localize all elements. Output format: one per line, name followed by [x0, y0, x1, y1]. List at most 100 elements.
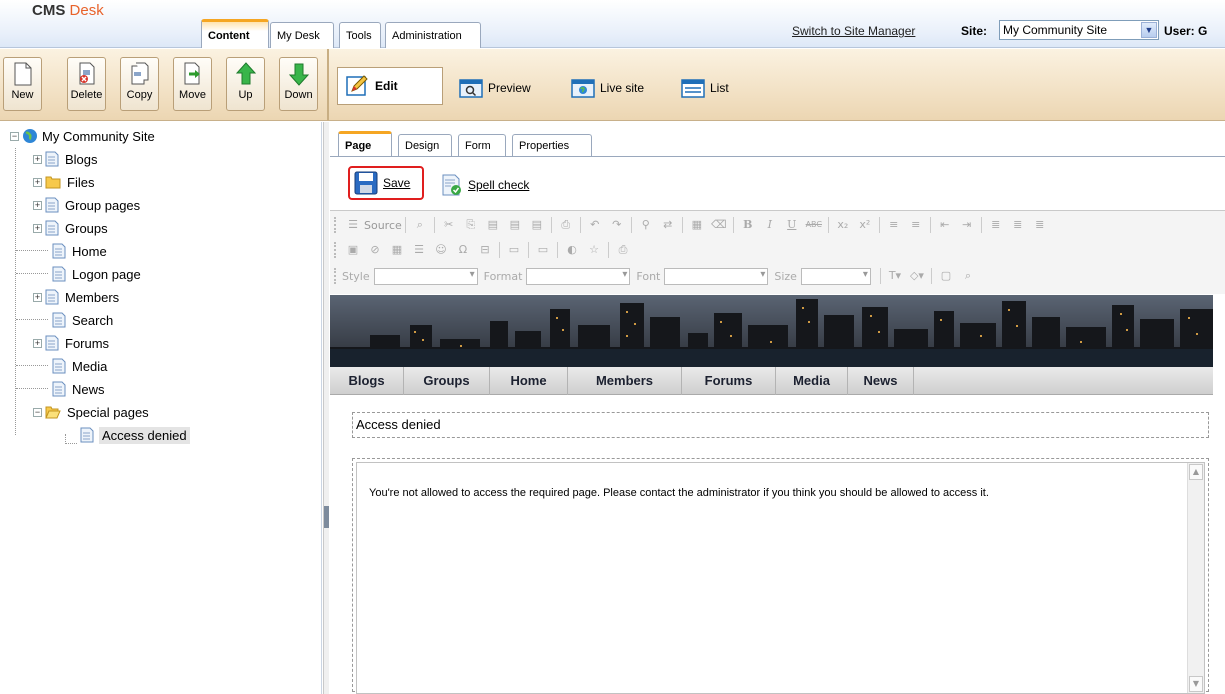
insert-anchor-icon[interactable]: ☆ [585, 242, 603, 258]
print-icon[interactable]: ⎙ [557, 217, 575, 233]
expand-icon[interactable]: + [33, 154, 42, 164]
switch-site-manager-text[interactable]: Switch to Site Manager [792, 24, 915, 38]
cut-icon[interactable]: ✂ [440, 217, 458, 233]
find-icon[interactable]: ⚲ [637, 217, 655, 233]
italic-icon[interactable]: I [761, 217, 779, 233]
tree-item-news[interactable]: News [52, 379, 105, 399]
collapse-icon[interactable]: − [33, 407, 42, 417]
paste-icon[interactable]: ▤ [484, 217, 502, 233]
collapse-icon[interactable]: − [10, 131, 19, 141]
underline-icon[interactable]: U [783, 217, 801, 233]
page-title-field[interactable]: Access denied [352, 412, 1209, 438]
expand-icon[interactable]: + [33, 292, 42, 302]
style-combo[interactable]: Style [342, 267, 478, 285]
tree-item-groups[interactable]: + Groups [33, 218, 108, 238]
tree-item-logon-page[interactable]: Logon page [52, 264, 141, 284]
maximize-icon[interactable]: ▢ [937, 268, 955, 284]
nav-groups[interactable]: Groups [404, 367, 490, 395]
bold-icon[interactable]: B [739, 217, 757, 233]
tab-design[interactable]: Design [398, 134, 452, 156]
move-button[interactable]: Move [173, 57, 212, 111]
list-view-button[interactable]: List [681, 69, 729, 107]
delete-button[interactable]: Delete [67, 57, 106, 111]
style-combo-box[interactable] [373, 267, 478, 285]
preview-page-icon[interactable]: ⌕ [411, 217, 429, 233]
align-center-icon[interactable]: ≣ [1009, 217, 1027, 233]
nav-blogs[interactable]: Blogs [330, 367, 404, 395]
tree-item-group-pages[interactable]: + Group pages [33, 195, 140, 215]
outdent-icon[interactable]: ⇤ [936, 217, 954, 233]
special-char-icon[interactable]: Ω [454, 242, 472, 258]
copy-button[interactable]: Copy [120, 57, 159, 111]
copy-icon[interactable]: ⎘ [462, 217, 480, 233]
tree-item-special-pages[interactable]: − Special pages [33, 402, 149, 422]
save-button[interactable]: Save [348, 166, 424, 200]
insert-media-icon[interactable]: ▭ [534, 242, 552, 258]
indent-icon[interactable]: ⇥ [958, 217, 976, 233]
table-icon[interactable]: ▦ [388, 242, 406, 258]
flash-icon[interactable]: ⊘ [366, 242, 384, 258]
strikethrough-icon[interactable]: ABC [805, 217, 823, 233]
numbered-list-icon[interactable]: ≡ [885, 217, 903, 233]
expand-icon[interactable]: + [33, 177, 42, 187]
tree-item-home[interactable]: Home [52, 241, 107, 261]
horizontal-rule-icon[interactable]: ☰ [410, 242, 428, 258]
format-combo-box[interactable] [526, 267, 631, 285]
inline-widget-icon[interactable]: ▭ [505, 242, 523, 258]
expand-icon[interactable]: + [33, 338, 42, 348]
up-button[interactable]: Up [226, 57, 265, 111]
show-blocks-icon[interactable]: ⌕ [959, 268, 977, 284]
remove-format-icon[interactable]: ⌫ [710, 217, 728, 233]
vertical-scrollbar[interactable]: ▲ ▼ [1187, 463, 1204, 693]
paste-text-icon[interactable]: ▤ [506, 217, 524, 233]
tree-item-search[interactable]: Search [52, 310, 113, 330]
tab-my-desk[interactable]: My Desk [270, 22, 334, 48]
insert-form-icon[interactable]: ⎙ [614, 242, 632, 258]
chevron-down-icon[interactable]: ▼ [1141, 22, 1157, 38]
paste-word-icon[interactable]: ▤ [528, 217, 546, 233]
superscript-icon[interactable]: x² [856, 217, 874, 233]
redo-icon[interactable]: ↷ [608, 217, 626, 233]
tab-administration[interactable]: Administration [385, 22, 481, 48]
size-combo[interactable]: Size [774, 267, 871, 285]
tree-item-forums[interactable]: + Forums [33, 333, 109, 353]
source-icon[interactable]: ☰ [344, 217, 362, 233]
spell-check-button[interactable]: Spell check [442, 174, 529, 196]
expand-icon[interactable]: + [33, 200, 42, 210]
site-select[interactable]: My Community Site ▼ [999, 20, 1159, 40]
bulleted-list-icon[interactable]: ≡ [907, 217, 925, 233]
nav-news[interactable]: News [848, 367, 914, 395]
tree-item-media[interactable]: Media [52, 356, 107, 376]
replace-icon[interactable]: ⇄ [659, 217, 677, 233]
tree-item-access-denied[interactable]: Access denied [80, 425, 190, 445]
pane-splitter[interactable] [323, 122, 329, 694]
tab-page[interactable]: Page [338, 131, 392, 156]
tab-properties[interactable]: Properties [512, 134, 592, 156]
expand-icon[interactable]: + [33, 223, 42, 233]
scroll-down-icon[interactable]: ▼ [1189, 676, 1203, 692]
image-icon[interactable]: ▣ [344, 242, 362, 258]
size-combo-box[interactable] [800, 267, 871, 285]
nav-media[interactable]: Media [776, 367, 848, 395]
scroll-up-icon[interactable]: ▲ [1189, 464, 1203, 480]
tree-root[interactable]: − My Community Site [10, 126, 155, 146]
tab-content[interactable]: Content [201, 19, 269, 48]
subscript-icon[interactable]: x₂ [834, 217, 852, 233]
nav-forums[interactable]: Forums [682, 367, 776, 395]
align-right-icon[interactable]: ≣ [1031, 217, 1049, 233]
edit-view-button[interactable]: Edit [337, 67, 443, 105]
insert-link-icon[interactable]: ◐ [563, 242, 581, 258]
nav-members[interactable]: Members [568, 367, 682, 395]
preview-view-button[interactable]: Preview [459, 69, 531, 107]
format-combo[interactable]: Format [484, 267, 631, 285]
tab-form[interactable]: Form [458, 134, 506, 156]
down-button[interactable]: Down [279, 57, 318, 111]
live-site-view-button[interactable]: Live site [571, 69, 644, 107]
text-color-icon[interactable]: T▾ [886, 268, 904, 284]
source-label[interactable]: Source [364, 219, 402, 232]
background-color-icon[interactable]: ◇▾ [908, 268, 926, 284]
nav-home[interactable]: Home [490, 367, 568, 395]
tree-item-blogs[interactable]: + Blogs [33, 149, 98, 169]
body-editor-area[interactable]: You're not allowed to access the require… [356, 462, 1205, 694]
new-button[interactable]: New [3, 57, 42, 111]
